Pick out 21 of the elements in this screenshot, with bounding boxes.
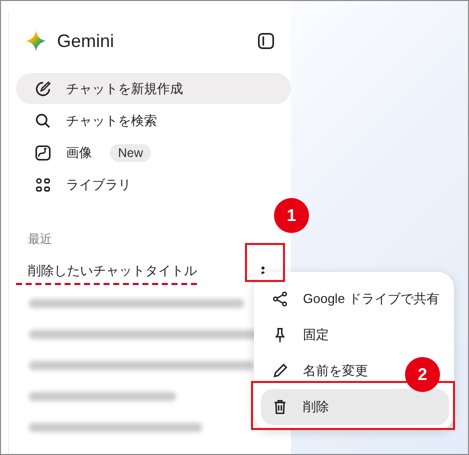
image-icon: [34, 144, 52, 162]
new-badge: New: [110, 144, 152, 162]
pencil-circle-icon: [34, 80, 52, 98]
menu-item[interactable]: Google ドライブで共有: [261, 281, 446, 317]
menu-item[interactable]: 固定: [261, 317, 335, 353]
nav-item[interactable]: チャットを検索: [16, 105, 291, 136]
share-icon: [271, 290, 289, 308]
menu-item[interactable]: 名前を変更: [261, 353, 374, 389]
nav-item[interactable]: 画像 New: [16, 137, 291, 168]
sparkle-logo-icon: [25, 30, 47, 52]
nav-item[interactable]: チャットを新規作成: [16, 73, 291, 104]
highlight-frame: [245, 243, 285, 282]
search-icon: [34, 112, 52, 130]
grid-icon: [34, 176, 52, 194]
pencil-icon: [271, 362, 289, 380]
section-heading: 最近: [28, 231, 53, 248]
sidebar-toggle-icon[interactable]: [255, 30, 277, 52]
menu-item[interactable]: 削除: [261, 389, 449, 425]
app-title: Gemini: [57, 30, 114, 52]
chat-title[interactable]: 削除したいチャットタイトル: [16, 262, 197, 284]
nav-item[interactable]: ライブラリ: [16, 169, 291, 200]
